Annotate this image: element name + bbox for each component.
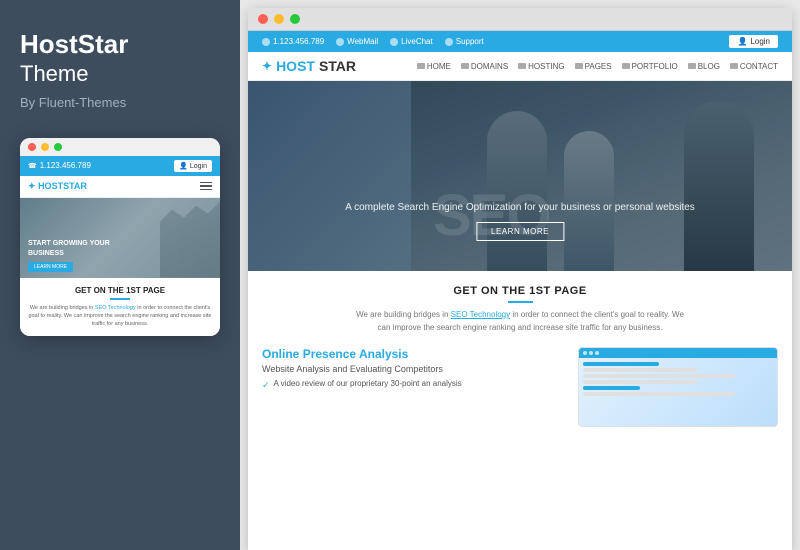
- site-livechat[interactable]: LiveChat: [390, 37, 433, 46]
- screenshot-dot-1: [583, 351, 587, 355]
- pages-nav-icon: [575, 63, 583, 69]
- right-panel: 1.123.456.789 WebMail LiveChat Support: [240, 0, 800, 550]
- mobile-seo-link[interactable]: SEO Technology: [95, 305, 136, 311]
- screenshot-dot-2: [589, 351, 593, 355]
- browser-dot-red: [258, 14, 268, 24]
- screenshot-line-5: [583, 386, 640, 390]
- mobile-login-button[interactable]: 👤 Login: [174, 160, 212, 172]
- livechat-icon: [390, 38, 398, 46]
- login-icon: 👤: [179, 163, 188, 170]
- mobile-preview: ☎ 1.123.456.789 👤 Login ✦ HOSTSTAR: [20, 138, 220, 337]
- nav-portfolio[interactable]: PORTFOLIO: [622, 62, 678, 71]
- site-top-bar-left: 1.123.456.789 WebMail LiveChat Support: [262, 37, 484, 46]
- blog-nav-icon: [688, 63, 696, 69]
- nav-domains[interactable]: DOMAINS: [461, 62, 508, 71]
- site-screenshot-preview: [578, 347, 778, 427]
- mobile-hero: START GROWING YOUR BUSINESS LEARN MORE: [20, 198, 220, 278]
- site-phone: 1.123.456.789: [262, 37, 324, 46]
- site-webmail[interactable]: WebMail: [336, 37, 378, 46]
- support-icon: [445, 38, 453, 46]
- home-nav-icon: [417, 63, 425, 69]
- browser-content: 1.123.456.789 WebMail LiveChat Support: [248, 31, 792, 550]
- mobile-hero-image: [160, 198, 220, 278]
- site-content-left: Online Presence Analysis Website Analysi…: [262, 347, 564, 427]
- mobile-content: GET ON THE 1ST PAGE We are building brid…: [20, 278, 220, 337]
- mobile-dot-yellow: [41, 143, 49, 151]
- login-user-icon: 👤: [737, 37, 747, 46]
- screenshot-line-3: [583, 374, 735, 378]
- mobile-nav: ✦ HOSTSTAR: [20, 176, 220, 198]
- site-content-title: GET ON THE 1ST PAGE: [262, 285, 778, 297]
- check-icon: ✓: [262, 380, 270, 391]
- nav-hosting[interactable]: HOSTING: [518, 62, 564, 71]
- site-check-item: ✓ A video review of our proprietary 30-p…: [262, 379, 564, 391]
- mobile-dot-red: [28, 143, 36, 151]
- site-nav: ✦ HOSTSTAR HOME DOMAINS HOSTING: [248, 52, 792, 81]
- screenshot-dot-3: [595, 351, 599, 355]
- site-top-bar: 1.123.456.789 WebMail LiveChat Support: [248, 31, 792, 52]
- domains-nav-icon: [461, 63, 469, 69]
- browser-dot-yellow: [274, 14, 284, 24]
- mobile-hamburger-icon[interactable]: [200, 182, 212, 191]
- site-login-button[interactable]: 👤 Login: [729, 35, 778, 48]
- left-panel: HostStar Theme By Fluent-Themes ☎ 1.123.…: [0, 0, 240, 550]
- mobile-content-title: GET ON THE 1ST PAGE: [28, 286, 212, 295]
- mobile-content-divider: [110, 298, 130, 300]
- site-content: GET ON THE 1ST PAGE We are building brid…: [248, 271, 792, 550]
- browser-mockup: 1.123.456.789 WebMail LiveChat Support: [248, 8, 792, 550]
- site-hero-big-text: SEO: [433, 182, 550, 249]
- browser-top-bar: [248, 8, 792, 31]
- mobile-dot-green: [54, 143, 62, 151]
- site-logo: ✦ HOSTSTAR: [262, 58, 356, 74]
- brand-title: HostStar: [20, 30, 220, 59]
- portfolio-nav-icon: [622, 63, 630, 69]
- nav-contact[interactable]: CONTACT: [730, 62, 778, 71]
- site-analysis-sub: Website Analysis and Evaluating Competit…: [262, 364, 564, 374]
- mobile-top-info: ☎ 1.123.456.789 👤 Login: [20, 156, 220, 176]
- site-seo-link[interactable]: SEO Technology: [451, 310, 510, 319]
- site-content-bottom: Online Presence Analysis Website Analysi…: [262, 347, 778, 427]
- site-support[interactable]: Support: [445, 37, 484, 46]
- site-nav-links: HOME DOMAINS HOSTING PAGES: [417, 62, 778, 71]
- brand-subtitle: Theme: [20, 61, 220, 87]
- mobile-window-bar: [20, 138, 220, 156]
- screenshot-line-4: [583, 380, 697, 384]
- screenshot-line-1: [583, 362, 659, 366]
- nav-blog[interactable]: BLOG: [688, 62, 720, 71]
- screenshot-line-6: [583, 392, 735, 396]
- phone-icon: [262, 38, 270, 46]
- mobile-content-text: We are building bridges in SEO Technolog…: [28, 304, 212, 329]
- site-hero-content: SEO A complete Search Engine Optimizatio…: [302, 202, 737, 241]
- screenshot-body: [579, 358, 777, 400]
- contact-nav-icon: [730, 63, 738, 69]
- screenshot-line-2: [583, 368, 697, 372]
- site-content-right: [578, 347, 778, 427]
- mobile-phone-number: ☎ 1.123.456.789: [28, 161, 91, 170]
- mobile-hero-cta[interactable]: LEARN MORE: [28, 262, 73, 272]
- nav-pages[interactable]: PAGES: [575, 62, 612, 71]
- webmail-icon: [336, 38, 344, 46]
- site-hero: SEO A complete Search Engine Optimizatio…: [248, 81, 792, 271]
- hosting-nav-icon: [518, 63, 526, 69]
- mobile-logo: ✦ HOSTSTAR: [28, 181, 87, 192]
- site-content-divider: [508, 301, 533, 303]
- site-content-desc: We are building bridges in SEO Technolog…: [350, 309, 690, 335]
- browser-dot-green: [290, 14, 300, 24]
- site-logo-icon: ✦: [262, 59, 272, 73]
- mobile-hero-text: START GROWING YOUR BUSINESS: [28, 239, 212, 257]
- nav-home[interactable]: HOME: [417, 62, 451, 71]
- screenshot-top-bar: [579, 348, 777, 358]
- by-line: By Fluent-Themes: [20, 95, 220, 110]
- site-analysis-title: Online Presence Analysis: [262, 347, 564, 361]
